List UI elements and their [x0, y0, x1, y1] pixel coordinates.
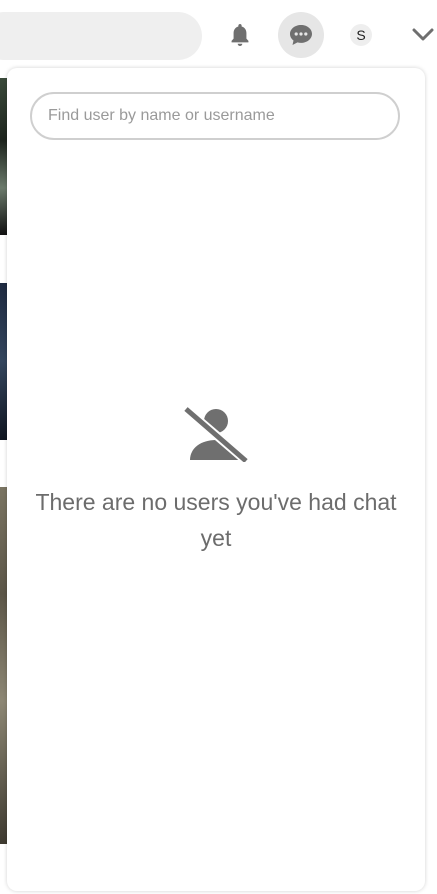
empty-state-message: There are no users you've had chat yet: [35, 489, 397, 551]
user-avatar[interactable]: S: [350, 24, 372, 46]
user-search-input[interactable]: [30, 92, 400, 140]
top-navigation-bar: S: [0, 0, 437, 70]
empty-state: There are no users you've had chat yet: [7, 406, 425, 556]
messages-button[interactable]: [278, 12, 324, 58]
chat-bubble-icon: [290, 25, 312, 45]
background-thumbnail: [0, 78, 7, 235]
background-thumbnail: [0, 487, 7, 844]
app-page: S There are no users you've had chat yet: [0, 0, 437, 894]
notifications-button[interactable]: [218, 12, 262, 58]
chevron-down-icon: [412, 28, 434, 41]
account-menu-button[interactable]: [410, 24, 436, 46]
background-thumbnail: [0, 283, 7, 440]
user-slash-icon: [184, 407, 248, 462]
global-search-bar[interactable]: [0, 12, 202, 60]
chat-dropdown-panel: There are no users you've had chat yet: [7, 68, 425, 891]
bell-icon: [231, 24, 249, 46]
